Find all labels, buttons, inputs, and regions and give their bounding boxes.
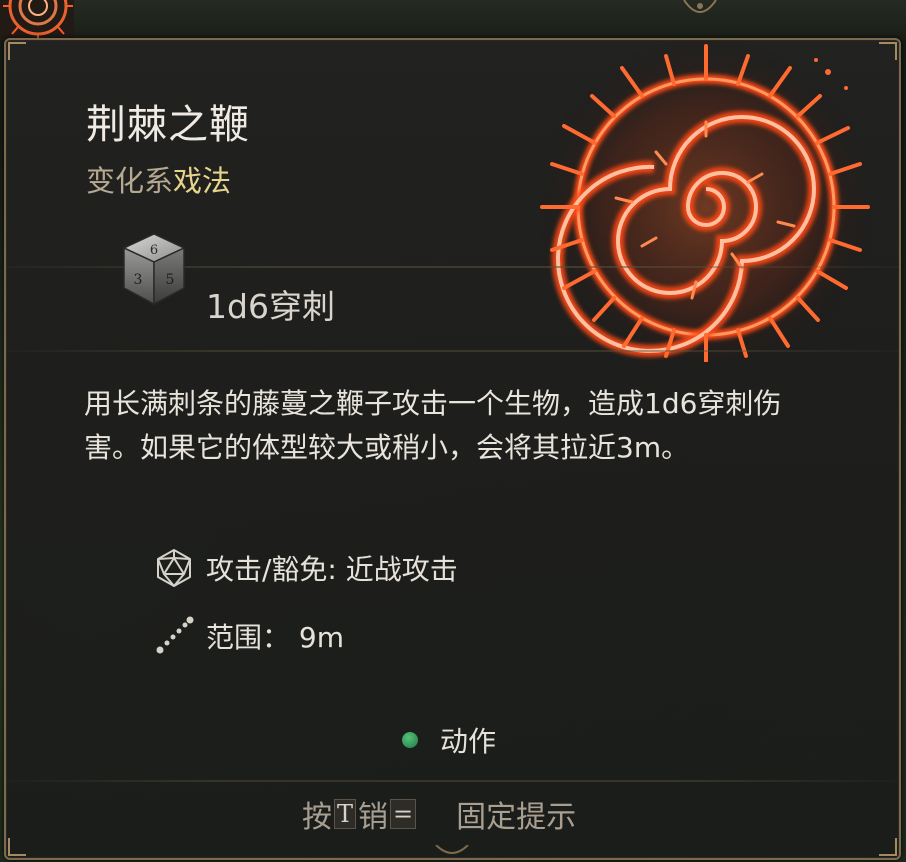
key-equals[interactable]: = xyxy=(390,799,417,829)
pin-tooltip-hint: 按 T 销 = 固定提示 xyxy=(302,792,576,836)
frame-bottom-ornament xyxy=(432,844,472,858)
footer-divider xyxy=(6,780,899,782)
background-strip xyxy=(0,0,906,40)
frame-corner xyxy=(8,42,26,60)
action-cost: 动作 xyxy=(402,720,496,760)
spell-school: 变化系 xyxy=(86,164,174,198)
pin-tooltip-label: 固定提示 xyxy=(456,800,577,835)
svg-text:6: 6 xyxy=(150,243,158,258)
range-dots-icon xyxy=(154,616,194,656)
key-t[interactable]: T xyxy=(334,799,357,829)
attack-save-label: 攻击/豁免: 近战攻击 xyxy=(206,553,458,586)
action-dot-icon xyxy=(402,732,418,748)
top-ornament-icon xyxy=(678,0,722,20)
game-scene: 荆棘之鞭 变化系戏法 6 3 5 1d6穿刺 用长满刺条的藤蔓之鞭子攻击一个生物… xyxy=(0,0,906,862)
frame-corner xyxy=(879,838,897,856)
action-label: 动作 xyxy=(440,725,497,758)
svg-text:5: 5 xyxy=(166,272,175,288)
d6-die-icon: 6 3 5 xyxy=(118,230,190,308)
spell-description: 用长满刺条的藤蔓之鞭子攻击一个生物，造成1d6穿刺伤害。如果它的体型较大或稍小，… xyxy=(84,387,782,464)
frame-corner xyxy=(8,838,26,856)
hotbar-spell-icon[interactable] xyxy=(0,0,74,40)
spell-type: 变化系戏法 xyxy=(86,158,231,200)
spell-tooltip: 荆棘之鞭 变化系戏法 6 3 5 1d6穿刺 用长满刺条的藤蔓之鞭子攻击一个生物… xyxy=(4,38,901,860)
range-row: 范围： 9m xyxy=(154,616,344,656)
hint-cancel: 销 xyxy=(358,800,389,835)
range-label: 范围： 9m xyxy=(206,621,344,654)
spell-level: 戏法 xyxy=(173,164,232,198)
hint-press: 按 xyxy=(302,800,332,835)
attack-save-row: 攻击/豁免: 近战攻击 xyxy=(154,548,458,588)
thorn-whip-spiral-icon xyxy=(516,40,896,382)
svg-text:3: 3 xyxy=(134,272,143,288)
spell-name: 荆棘之鞭 xyxy=(86,102,250,148)
section-divider xyxy=(6,350,899,352)
damage-value: 1d6穿刺 xyxy=(206,287,335,326)
d20-icon xyxy=(154,548,194,588)
